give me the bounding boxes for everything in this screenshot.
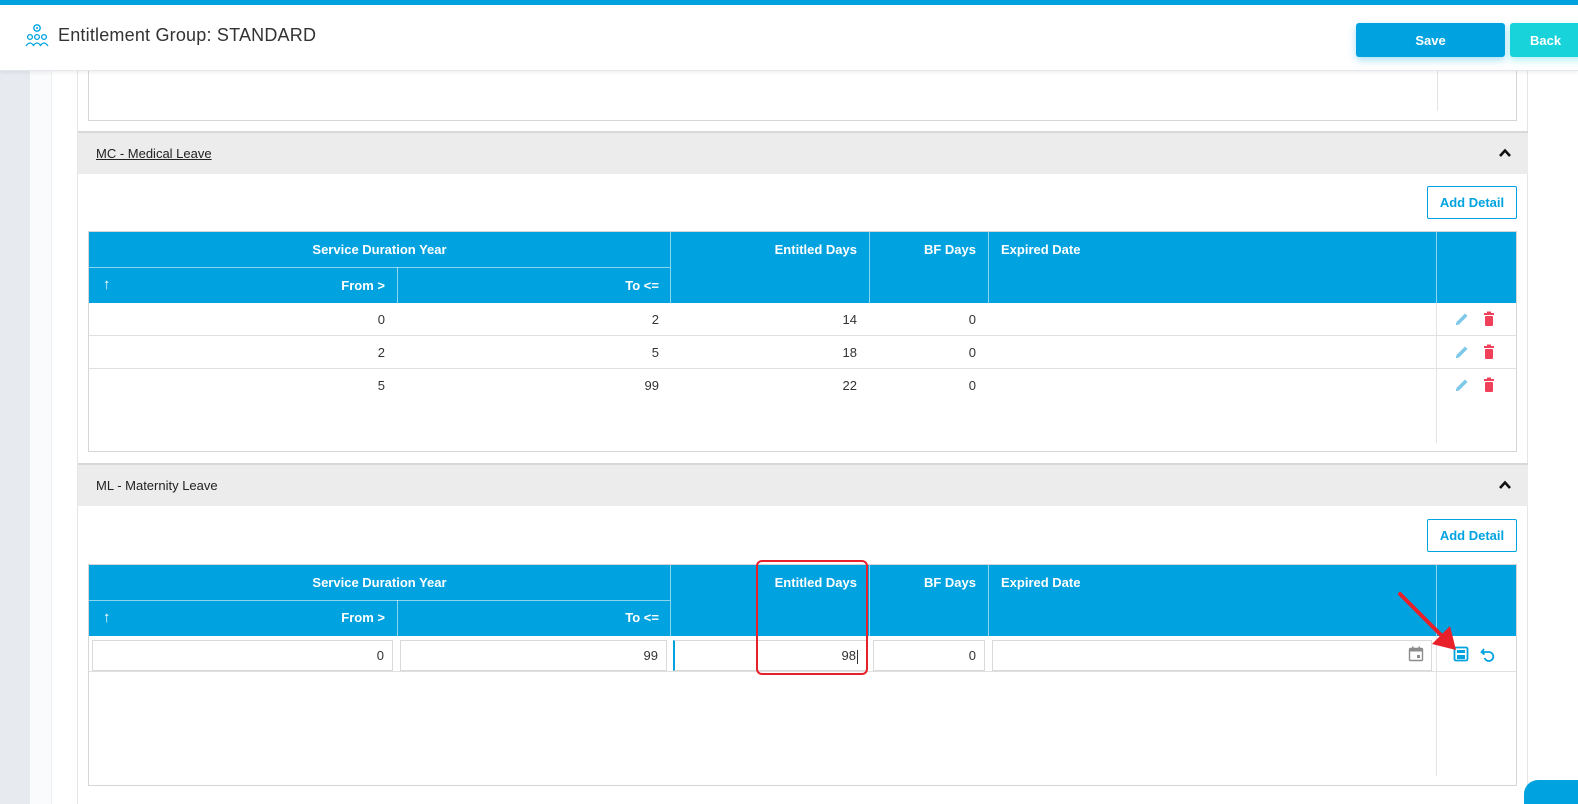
cell-to: 2 — [651, 312, 659, 327]
cell-to: 5 — [651, 345, 659, 360]
help-widget-tab[interactable] — [1524, 780, 1578, 804]
column-group-service-duration: Service Duration Year — [312, 242, 447, 257]
delete-icon[interactable] — [1480, 376, 1498, 394]
cell-to: 99 — [644, 378, 659, 393]
section-header-medical-leave[interactable]: MC - Medical Leave — [78, 131, 1528, 174]
grid-header: Service Duration Year ↑ From > To <= Ent… — [89, 232, 1516, 303]
section-header-maternity-leave[interactable]: ML - Maternity Leave — [78, 463, 1528, 506]
delete-icon[interactable] — [1480, 343, 1498, 361]
cell-entitled-days: 14 — [842, 312, 857, 327]
expired-date-input[interactable] — [992, 640, 1432, 671]
add-detail-button[interactable]: Add Detail — [1427, 186, 1517, 219]
edit-icon[interactable] — [1453, 343, 1471, 361]
section-title[interactable]: MC - Medical Leave — [96, 146, 212, 161]
chevron-up-icon[interactable] — [1498, 146, 1512, 160]
add-detail-button[interactable]: Add Detail — [1427, 519, 1517, 552]
save-button[interactable]: Save — [1356, 23, 1505, 57]
column-header-to[interactable]: To <= — [398, 278, 659, 293]
to-input[interactable]: 99 — [400, 640, 667, 671]
cell-from: 0 — [377, 312, 385, 327]
previous-section-grid — [88, 71, 1517, 121]
edit-icon[interactable] — [1453, 310, 1471, 328]
cell-bf-days: 0 — [968, 378, 976, 393]
column-header-bf-days[interactable]: BF Days — [870, 242, 976, 257]
table-row[interactable]: 2 5 18 0 — [89, 336, 1516, 369]
page-header: Entitlement Group: STANDARD Save Back — [0, 5, 1578, 71]
undo-icon[interactable] — [1479, 645, 1497, 663]
section-title[interactable]: ML - Maternity Leave — [96, 478, 218, 493]
delete-icon[interactable] — [1480, 310, 1498, 328]
bf-days-input[interactable]: 0 — [873, 640, 985, 671]
cell-bf-days: 0 — [968, 312, 976, 327]
page-title: Entitlement Group: STANDARD — [58, 25, 317, 45]
cell-from: 2 — [377, 345, 385, 360]
column-header-bf-days[interactable]: BF Days — [870, 575, 976, 590]
group-settings-icon — [25, 24, 49, 47]
left-gutter — [0, 71, 30, 804]
medical-leave-grid: Service Duration Year ↑ From > To <= Ent… — [88, 231, 1517, 452]
cell-entitled-days: 22 — [842, 378, 857, 393]
annotation-highlight-box — [756, 560, 868, 675]
edit-icon[interactable] — [1453, 376, 1471, 394]
from-input[interactable]: 0 — [92, 640, 393, 671]
column-group-service-duration: Service Duration Year — [312, 575, 447, 590]
column-header-to[interactable]: To <= — [398, 610, 659, 625]
table-row[interactable]: 0 2 14 0 — [89, 303, 1516, 336]
column-header-expired-date[interactable]: Expired Date — [1001, 242, 1080, 257]
column-header-from[interactable]: From > — [89, 610, 385, 625]
column-header-expired-date[interactable]: Expired Date — [1001, 575, 1080, 590]
back-button[interactable]: Back — [1510, 23, 1578, 57]
cell-entitled-days: 18 — [842, 345, 857, 360]
annotation-arrow-icon — [1398, 592, 1456, 650]
column-header-entitled-days[interactable]: Entitled Days — [671, 242, 857, 257]
table-row[interactable]: 5 99 22 0 — [89, 369, 1516, 402]
chevron-up-icon[interactable] — [1498, 478, 1512, 492]
cell-from: 5 — [377, 378, 385, 393]
cell-bf-days: 0 — [968, 345, 976, 360]
column-header-from[interactable]: From > — [89, 278, 385, 293]
left-strip — [30, 71, 52, 804]
